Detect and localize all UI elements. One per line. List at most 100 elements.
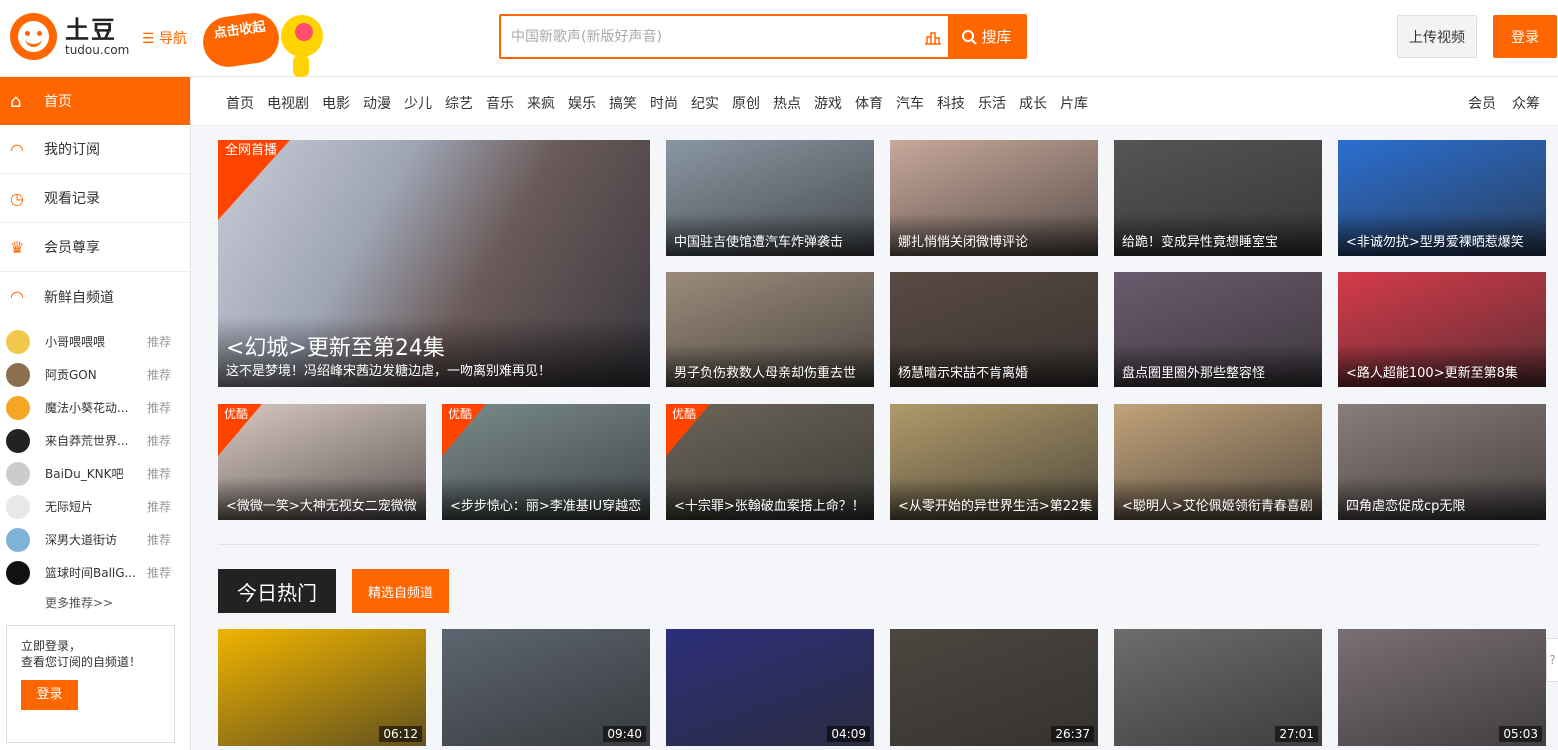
recommend-link[interactable]: 推荐 xyxy=(147,531,171,548)
video-card[interactable]: 四角虐恋促成cp无限 xyxy=(1338,404,1546,520)
video-title: <微微一笑>大神无视女二宠微微 xyxy=(218,477,426,520)
channel-tab[interactable]: 片库 xyxy=(1060,93,1088,113)
video-duration: 27:01 xyxy=(1275,726,1318,742)
sidebar-item-home[interactable]: ⌂ 首页 xyxy=(0,77,190,125)
avatar xyxy=(6,395,30,420)
list-item[interactable]: 深男大道街访 推荐 xyxy=(0,523,190,556)
more-recommendations-link[interactable]: 更多推荐>> xyxy=(0,591,190,615)
help-tab[interactable]: ? xyxy=(1546,638,1558,682)
hot-today-title[interactable]: 今日热门 xyxy=(218,569,336,613)
video-duration: 05:03 xyxy=(1499,726,1542,742)
channel-tab[interactable]: 纪实 xyxy=(691,93,719,113)
channel-tab[interactable]: 电影 xyxy=(322,93,350,113)
recommend-link[interactable]: 推荐 xyxy=(147,333,171,350)
sidebar-login-button[interactable]: 登录 xyxy=(21,680,78,710)
list-item[interactable]: 魔法小葵花动... 推荐 xyxy=(0,391,190,424)
recommend-link[interactable]: 推荐 xyxy=(147,465,171,482)
video-card[interactable]: 04:09 xyxy=(666,629,874,746)
channel-nav-right-link[interactable]: 会员 xyxy=(1468,93,1496,113)
video-title: <非诚勿扰>型男爱裸晒惹爆笑 xyxy=(1338,213,1546,256)
search-bar: 搜库 xyxy=(499,14,1027,59)
sidebar-item-fresh-channels[interactable]: ◠ 新鲜自频道 xyxy=(0,272,190,321)
recommend-link[interactable]: 推荐 xyxy=(147,432,171,449)
list-item[interactable]: 阿贡GON 推荐 xyxy=(0,358,190,391)
video-card[interactable]: 杨慧暗示宋喆不肯离婚 xyxy=(890,272,1098,387)
channel-tab[interactable]: 体育 xyxy=(855,93,883,113)
channel-tab[interactable]: 时尚 xyxy=(650,93,678,113)
video-card[interactable]: 优酷 <微微一笑>大神无视女二宠微微 xyxy=(218,404,426,520)
section-divider xyxy=(218,544,1539,545)
video-duration: 06:12 xyxy=(379,726,422,742)
featured-channels-tab[interactable]: 精选自频道 xyxy=(352,569,449,613)
video-card[interactable]: 优酷 <步步惊心：丽>李准基IU穿越恋 xyxy=(442,404,650,520)
video-card[interactable]: 09:40 xyxy=(442,629,650,746)
video-card[interactable]: 05:03 xyxy=(1338,629,1546,746)
search-button-label: 搜库 xyxy=(981,28,1012,46)
video-duration: 04:09 xyxy=(827,726,870,742)
video-card[interactable]: 26:37 xyxy=(890,629,1098,746)
list-item[interactable]: 小哥喂喂喂 推荐 xyxy=(0,325,190,358)
channel-tab[interactable]: 首页 xyxy=(226,93,254,113)
channel-tab[interactable]: 动漫 xyxy=(363,93,391,113)
video-title: <十宗罪>张翰破血案搭上命？！ xyxy=(666,477,874,520)
logo-text-cn: 土豆 xyxy=(65,15,117,44)
video-card[interactable]: <路人超能100>更新至第8集 xyxy=(1338,272,1546,387)
feature-video-card[interactable]: 全网首播 <幻城>更新至第24集 这不是梦境！冯绍峰宋茜边发糖边虐，一吻离别难再… xyxy=(218,140,650,387)
video-card[interactable]: 男子负伤救数人母亲却伤重去世 xyxy=(666,272,874,387)
recommend-link[interactable]: 推荐 xyxy=(147,399,171,416)
channel-tab[interactable]: 科技 xyxy=(937,93,965,113)
tudou-logo[interactable]: 土豆 tudou.com xyxy=(10,13,129,60)
sidebar-item-label: 我的订阅 xyxy=(44,142,100,158)
recommend-link[interactable]: 推荐 xyxy=(147,564,171,581)
tudou-logo-icon xyxy=(10,13,57,60)
avatar xyxy=(6,329,30,354)
channel-nav-right-link[interactable]: 众筹 xyxy=(1512,93,1540,113)
chart-icon[interactable] xyxy=(918,16,948,57)
video-card[interactable]: <非诚勿扰>型男爱裸晒惹爆笑 xyxy=(1338,140,1546,256)
channel-tab[interactable]: 搞笑 xyxy=(609,93,637,113)
video-card[interactable]: 娜扎悄悄关闭微博评论 xyxy=(890,140,1098,256)
list-item[interactable]: 无际短片 推荐 xyxy=(0,490,190,523)
video-card[interactable]: <聪明人>艾伦佩姬领衔青春喜剧 xyxy=(1114,404,1322,520)
video-card[interactable]: 06:12 xyxy=(218,629,426,746)
promo-mascot-banner[interactable]: 点击收起 xyxy=(199,9,329,77)
channel-tab[interactable]: 综艺 xyxy=(445,93,473,113)
list-item[interactable]: 来自莽荒世界... 推荐 xyxy=(0,424,190,457)
avatar xyxy=(6,428,30,453)
channel-tab[interactable]: 少儿 xyxy=(404,93,432,113)
header-login-button[interactable]: 登录 xyxy=(1493,15,1557,58)
channel-tab[interactable]: 娱乐 xyxy=(568,93,596,113)
sidebar-item-history[interactable]: ◷ 观看记录 xyxy=(0,174,190,223)
channel-tab[interactable]: 音乐 xyxy=(486,93,514,113)
channel-tab[interactable]: 来疯 xyxy=(527,93,555,113)
video-card[interactable]: 27:01 xyxy=(1114,629,1322,746)
recommend-link[interactable]: 推荐 xyxy=(147,498,171,515)
video-card[interactable]: 给跪！变成异性竟想睡室宝 xyxy=(1114,140,1322,256)
avatar xyxy=(6,494,30,519)
channel-name: 无际短片 xyxy=(45,500,94,514)
search-button[interactable]: 搜库 xyxy=(948,16,1025,57)
crown-icon: ♛ xyxy=(10,237,25,257)
channel-tab[interactable]: 游戏 xyxy=(814,93,842,113)
list-item[interactable]: BaiDu_KNK吧 推荐 xyxy=(0,457,190,490)
menu-icon: ☰ xyxy=(142,31,155,47)
search-input[interactable] xyxy=(501,16,918,57)
sidebar-item-vip[interactable]: ♛ 会员尊享 xyxy=(0,223,190,272)
channel-tab[interactable]: 乐活 xyxy=(978,93,1006,113)
video-card[interactable]: 优酷 <十宗罪>张翰破血案搭上命？！ xyxy=(666,404,874,520)
video-card[interactable]: <从零开始的异世界生活>第22集 xyxy=(890,404,1098,520)
nav-menu-button[interactable]: ☰ 导航 xyxy=(142,28,187,48)
upload-video-button[interactable]: 上传视频 xyxy=(1397,15,1477,58)
channel-tab[interactable]: 电视剧 xyxy=(267,93,309,113)
channel-tab[interactable]: 汽车 xyxy=(896,93,924,113)
recommend-link[interactable]: 推荐 xyxy=(147,366,171,383)
main-content: 全网首播 <幻城>更新至第24集 这不是梦境！冯绍峰宋茜边发糖边虐，一吻离别难再… xyxy=(191,126,1558,750)
channel-tab[interactable]: 成长 xyxy=(1019,93,1047,113)
video-card[interactable]: 盘点圈里圈外那些整容怪 xyxy=(1114,272,1322,387)
list-item[interactable]: 篮球时间BallG... 推荐 xyxy=(0,556,190,589)
sidebar-item-subscriptions[interactable]: ◠ 我的订阅 xyxy=(0,125,190,174)
channel-tab[interactable]: 原创 xyxy=(732,93,760,113)
video-card[interactable]: 中国驻吉使馆遭汽车炸弹袭击 xyxy=(666,140,874,256)
avatar xyxy=(6,527,30,552)
channel-tab[interactable]: 热点 xyxy=(773,93,801,113)
